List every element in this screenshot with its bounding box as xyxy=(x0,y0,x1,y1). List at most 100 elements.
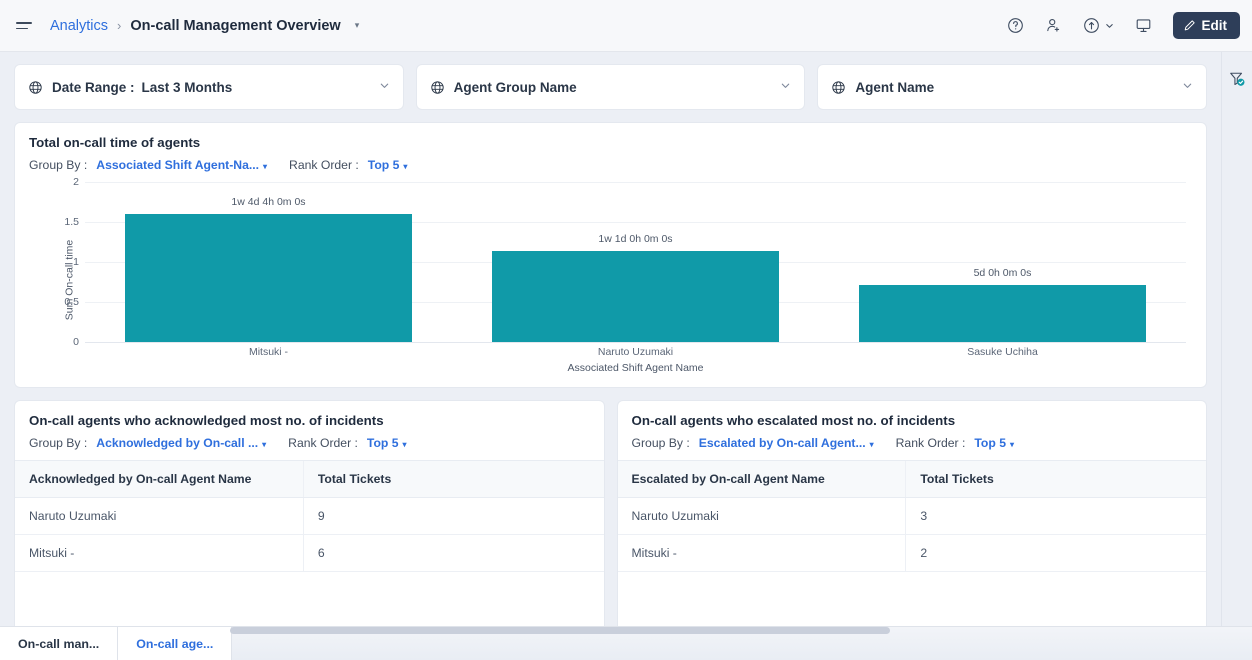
table-column-header[interactable]: Acknowledged by On-call Agent Name xyxy=(15,461,303,498)
horizontal-scrollbar[interactable] xyxy=(230,627,890,634)
x-axis-tick-labels: Mitsuki -Naruto UzumakiSasuke Uchiha xyxy=(85,346,1186,358)
y-axis-tick: 1 xyxy=(73,256,79,268)
bar-value-label: 5d 0h 0m 0s xyxy=(859,267,1145,279)
group-by-dropdown[interactable]: Acknowledged by On-call ... ▾ xyxy=(96,436,266,450)
edit-button-label: Edit xyxy=(1202,18,1228,33)
breadcrumb-analytics[interactable]: Analytics xyxy=(50,18,108,34)
filter-date-range-label: Date Range : xyxy=(52,80,135,95)
table-cell: Naruto Uzumaki xyxy=(15,498,303,535)
chevron-down-icon: ▾ xyxy=(1010,440,1014,449)
group-by-value: Escalated by On-call Agent... xyxy=(699,436,866,450)
ack-card-controls: Group By : Acknowledged by On-call ...▾ … xyxy=(29,436,590,450)
rank-order-value: Top 5 xyxy=(367,436,399,450)
globe-icon xyxy=(831,80,846,95)
bar-column: 5d 0h 0m 0s xyxy=(819,182,1186,342)
chart-bar[interactable]: 1w 1d 0h 0m 0s xyxy=(492,251,778,342)
bar-value-label: 1w 4d 4h 0m 0s xyxy=(125,196,411,208)
filter-date-range[interactable]: Date Range : Last 3 Months xyxy=(14,64,404,110)
rank-order-dropdown[interactable]: Top 5▾ xyxy=(368,158,408,172)
filter-agent-name[interactable]: Agent Name xyxy=(817,64,1207,110)
rank-order-label: Rank Order : xyxy=(289,158,359,172)
help-circle-icon[interactable] xyxy=(1007,17,1024,34)
top-bar: Analytics › On-call Management Overview … xyxy=(0,0,1252,52)
table-header-row: Escalated by On-call Agent NameTotal Tic… xyxy=(618,461,1207,498)
chevron-down-icon: ▾ xyxy=(403,162,407,171)
rank-order-label: Rank Order : xyxy=(288,436,358,450)
rank-order-dropdown[interactable]: Top 5 ▾ xyxy=(367,436,407,450)
table-cell: Mitsuki - xyxy=(15,535,303,572)
dashboard-content: Date Range : Last 3 Months Agent Grou xyxy=(0,52,1221,660)
rank-order-dropdown[interactable]: Top 5 ▾ xyxy=(974,436,1014,450)
table-column-header[interactable]: Total Tickets xyxy=(303,461,603,498)
group-by-value: Associated Shift Agent-Na... xyxy=(96,158,259,172)
bar-chart: Sum On-call time 00.511.52 1w 4d 4h 0m 0… xyxy=(29,182,1192,378)
chart-bar[interactable]: 1w 4d 4h 0m 0s xyxy=(125,214,411,342)
chevron-down-icon[interactable] xyxy=(379,80,390,94)
tab-on-call-agent[interactable]: On-call age... xyxy=(118,627,232,660)
x-axis-tick-label: Mitsuki - xyxy=(85,346,452,358)
table-cell: 3 xyxy=(906,498,1206,535)
tab-label: On-call age... xyxy=(136,637,213,651)
bar-column: 1w 4d 4h 0m 0s xyxy=(85,182,452,342)
chevron-down-icon: ▾ xyxy=(262,440,266,449)
globe-icon xyxy=(430,80,445,95)
table-row[interactable]: Mitsuki -2 xyxy=(618,535,1207,572)
group-by-dropdown[interactable]: Associated Shift Agent-Na...▾ xyxy=(96,158,267,172)
filter-agent-name-label: Agent Name xyxy=(855,80,934,95)
breadcrumb-separator: › xyxy=(117,18,121,33)
rank-order-value: Top 5 xyxy=(974,436,1006,450)
y-axis-tick: 2 xyxy=(73,176,79,188)
escalated-table: Escalated by On-call Agent NameTotal Tic… xyxy=(618,460,1207,572)
table-column-header[interactable]: Escalated by On-call Agent Name xyxy=(618,461,906,498)
monitor-icon[interactable] xyxy=(1135,17,1152,34)
filter-bar: Date Range : Last 3 Months Agent Grou xyxy=(14,64,1207,110)
chart-bar[interactable]: 5d 0h 0m 0s xyxy=(859,285,1145,342)
topbar-actions: Edit xyxy=(1007,12,1241,39)
export-icon[interactable] xyxy=(1083,17,1114,34)
rank-order-value: Top 5 xyxy=(368,158,400,172)
table-column-header[interactable]: Total Tickets xyxy=(906,461,1206,498)
table-card-escalated: On-call agents who escalated most no. of… xyxy=(617,400,1208,647)
filter-check-icon[interactable] xyxy=(1228,70,1246,660)
esc-card-title: On-call agents who escalated most no. of… xyxy=(632,413,1193,428)
edit-button[interactable]: Edit xyxy=(1173,12,1241,39)
table-cell: 9 xyxy=(303,498,603,535)
group-by-label: Group By : xyxy=(29,436,87,450)
x-axis-label: Associated Shift Agent Name xyxy=(85,362,1186,374)
chart-card-title: Total on-call time of agents xyxy=(29,135,1192,150)
esc-card-controls: Group By : Escalated by On-call Agent...… xyxy=(632,436,1193,450)
group-by-label: Group By : xyxy=(29,158,87,172)
page-title: On-call Management Overview xyxy=(130,18,340,34)
chevron-down-icon: ▾ xyxy=(403,440,407,449)
acknowledged-table: Acknowledged by On-call Agent NameTotal … xyxy=(15,460,604,572)
gridline xyxy=(85,342,1186,343)
tab-on-call-management[interactable]: On-call man... xyxy=(0,627,118,660)
right-rail xyxy=(1221,52,1252,660)
hamburger-icon[interactable] xyxy=(16,16,36,36)
table-row[interactable]: Naruto Uzumaki9 xyxy=(15,498,604,535)
y-axis-tick: 0.5 xyxy=(64,296,79,308)
chevron-down-icon: ▾ xyxy=(870,440,874,449)
group-by-label: Group By : xyxy=(632,436,690,450)
table-card-acknowledged: On-call agents who acknowledged most no.… xyxy=(14,400,605,647)
group-by-value: Acknowledged by On-call ... xyxy=(96,436,258,450)
ack-card-title: On-call agents who acknowledged most no.… xyxy=(29,413,590,428)
bar-value-label: 1w 1d 0h 0m 0s xyxy=(492,233,778,245)
rank-order-label: Rank Order : xyxy=(896,436,966,450)
group-by-dropdown[interactable]: Escalated by On-call Agent... ▾ xyxy=(699,436,874,450)
chart-bars: 1w 4d 4h 0m 0s 1w 1d 0h 0m 0s 5d 0h 0m 0s xyxy=(85,182,1186,342)
x-axis-tick-label: Sasuke Uchiha xyxy=(819,346,1186,358)
globe-icon xyxy=(28,80,43,95)
chevron-down-icon[interactable]: ▾ xyxy=(355,20,360,31)
chart-card-controls: Group By : Associated Shift Agent-Na...▾… xyxy=(29,158,1192,172)
filter-date-range-value: Last 3 Months xyxy=(142,80,233,95)
tab-label: On-call man... xyxy=(18,637,99,651)
filter-agent-group-name[interactable]: Agent Group Name xyxy=(416,64,806,110)
table-row[interactable]: Naruto Uzumaki3 xyxy=(618,498,1207,535)
pencil-icon xyxy=(1183,19,1196,32)
bar-column: 1w 1d 0h 0m 0s xyxy=(452,182,819,342)
chevron-down-icon[interactable] xyxy=(1182,80,1193,94)
chevron-down-icon[interactable] xyxy=(780,80,791,94)
add-user-icon[interactable] xyxy=(1045,17,1062,34)
table-row[interactable]: Mitsuki -6 xyxy=(15,535,604,572)
